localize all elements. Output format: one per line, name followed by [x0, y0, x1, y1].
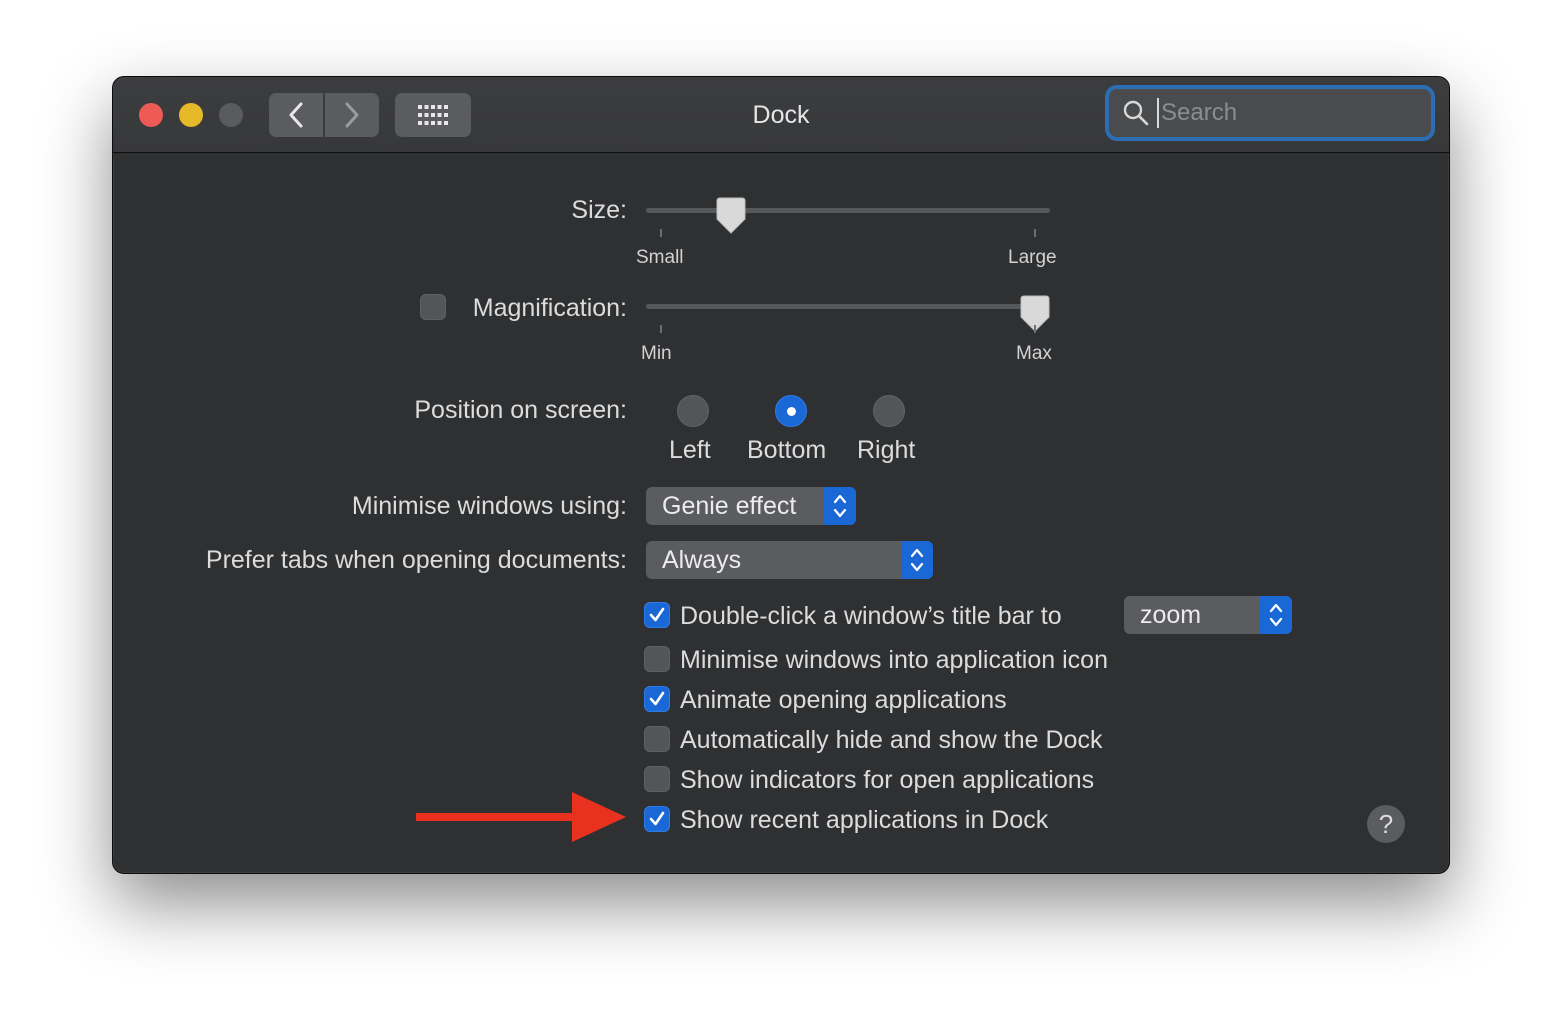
dock-preferences-window: Dock Size: Small Large Magnification: Mi… [112, 76, 1450, 874]
position-right-label: Right [857, 436, 916, 464]
position-left-radio[interactable] [677, 395, 709, 427]
size-slider-track[interactable] [646, 208, 1050, 213]
title-bar: Dock [113, 77, 1449, 153]
checkmark-icon [649, 811, 665, 826]
size-tick-min [660, 229, 662, 237]
autohide-checkbox[interactable] [644, 726, 670, 752]
prefer-tabs-value: Always [662, 545, 742, 574]
show-recent-apps-checkbox[interactable] [644, 806, 670, 832]
search-field[interactable] [1109, 89, 1431, 137]
prefer-tabs-label: Prefer tabs when opening documents: [205, 546, 627, 574]
size-tick-max [1034, 229, 1036, 237]
position-right-radio[interactable] [873, 395, 905, 427]
minimise-into-icon-checkbox[interactable] [644, 646, 670, 672]
autohide-label: Automatically hide and show the Dock [680, 726, 1103, 754]
minimise-into-icon-label: Minimise windows into application icon [680, 646, 1108, 674]
double-click-label: Double-click a window’s title bar to [680, 602, 1062, 630]
size-min-label: Small [636, 247, 684, 268]
position-label: Position on screen: [414, 396, 627, 424]
size-max-label: Large [1008, 247, 1057, 268]
position-bottom-radio[interactable] [775, 395, 807, 427]
animate-opening-checkbox[interactable] [644, 686, 670, 712]
double-click-action-value: zoom [1140, 600, 1202, 629]
minimise-label: Minimise windows using: [351, 492, 627, 520]
animate-opening-label: Animate opening applications [680, 686, 1007, 714]
magnification-max-label: Max [1016, 343, 1052, 364]
show-indicators-checkbox[interactable] [644, 766, 670, 792]
minimise-effect-value: Genie effect [662, 491, 797, 520]
double-click-checkbox[interactable] [644, 602, 670, 628]
magnification-min-label: Min [641, 343, 672, 364]
help-button[interactable]: ? [1367, 805, 1405, 843]
magnification-checkbox[interactable] [420, 294, 446, 320]
updown-arrows-icon [1260, 596, 1292, 634]
position-bottom-label: Bottom [747, 436, 827, 464]
magnification-tick-min [660, 325, 662, 333]
updown-arrows-icon [824, 487, 856, 525]
updown-arrows-icon [901, 541, 933, 579]
double-click-action-popup[interactable]: zoom [1124, 596, 1292, 634]
magnification-slider-track[interactable] [646, 304, 1050, 309]
magnification-label: Magnification: [472, 294, 627, 322]
show-indicators-label: Show indicators for open applications [680, 766, 1095, 794]
size-slider-thumb[interactable] [715, 197, 747, 235]
size-label: Size: [571, 196, 627, 224]
show-recent-apps-label: Show recent applications in Dock [680, 806, 1049, 834]
checkmark-icon [649, 607, 665, 622]
position-left-label: Left [669, 436, 711, 464]
search-icon [1123, 100, 1149, 126]
red-arrow-annotation-icon [416, 792, 626, 842]
minimise-effect-popup[interactable]: Genie effect [646, 487, 856, 525]
prefer-tabs-popup[interactable]: Always [646, 541, 933, 579]
search-input[interactable] [1157, 98, 1403, 128]
checkmark-icon [649, 691, 665, 706]
magnification-tick-max [1034, 325, 1036, 333]
